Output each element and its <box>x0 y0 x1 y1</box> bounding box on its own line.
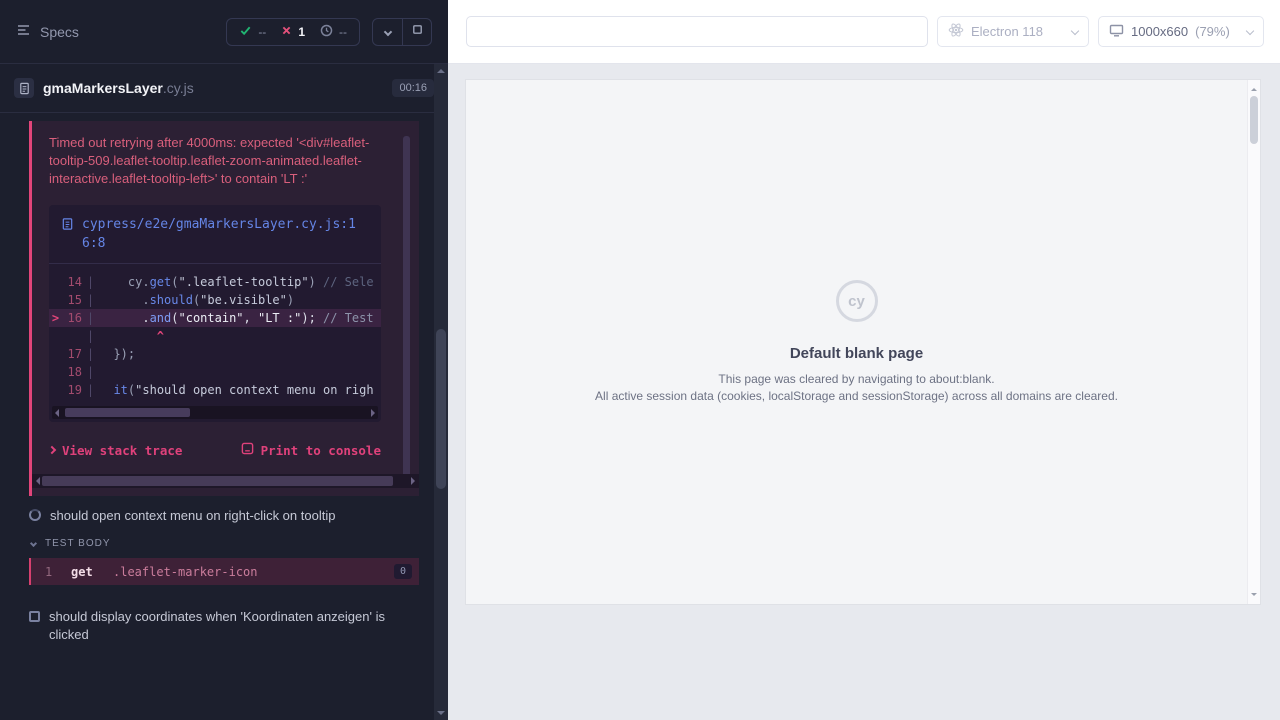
stat-passed: -- <box>239 24 266 40</box>
file-icon <box>61 215 74 253</box>
blank-page-message: cy Default blank page This page was clea… <box>466 280 1247 405</box>
print-label: Print to console <box>261 443 381 458</box>
viewport-size: 1000x660 <box>1131 24 1188 39</box>
x-icon <box>281 25 292 39</box>
stop-icon <box>411 23 424 41</box>
code-line: 15| .should("be.visible") <box>49 291 381 309</box>
spec-file-icon <box>14 78 34 98</box>
blank-page-title: Default blank page <box>466 345 1247 362</box>
error-vertical-scrollbar-thumb[interactable] <box>403 136 410 488</box>
specs-list-icon <box>16 23 31 40</box>
aut-iframe: cy Default blank page This page was clea… <box>466 80 1260 604</box>
console-icon <box>241 442 254 458</box>
command-row-failed[interactable]: 1 get .leaflet-marker-icon 0 <box>29 558 419 585</box>
view-stack-trace-button[interactable]: View stack trace <box>49 443 182 458</box>
command-count-badge: 0 <box>394 564 412 579</box>
blank-page-line1: This page was cleared by navigating to a… <box>466 371 1247 388</box>
aut-vertical-scrollbar <box>1247 80 1260 604</box>
scrollbar-thumb[interactable] <box>1250 96 1258 144</box>
chevron-down-icon <box>1246 26 1254 34</box>
passed-count: -- <box>258 25 266 39</box>
code-line: 19| it("should open context menu on righ <box>49 381 381 399</box>
test-item-running[interactable]: should open context menu on right-click … <box>29 496 419 530</box>
code-line: 17| }); <box>49 345 381 363</box>
pending-count: -- <box>339 25 347 39</box>
url-toolbar: Electron 118 1000x660 (79%) <box>448 0 1280 64</box>
test-title: should display coordinates when 'Koordin… <box>49 608 401 644</box>
scroll-up-arrow[interactable] <box>437 69 445 73</box>
spec-file-row[interactable]: gmaMarkersLayer.cy.js 00:16 <box>0 64 448 113</box>
chevron-right-icon <box>48 446 56 454</box>
specs-label: Specs <box>40 24 79 40</box>
spec-extension: .cy.js <box>163 80 194 96</box>
spec-duration: 00:16 <box>392 79 434 97</box>
reporter-content: Timed out retrying after 4000ms: expecte… <box>0 114 434 720</box>
run-controls <box>372 18 432 46</box>
scroll-right-arrow[interactable] <box>371 409 375 417</box>
command-method: get <box>71 565 113 579</box>
test-item-queued[interactable]: should display coordinates when 'Koordin… <box>29 597 419 649</box>
cypress-logo: cy <box>836 280 878 322</box>
scrollbar-thumb[interactable] <box>42 476 393 486</box>
check-icon <box>239 24 252 40</box>
error-horizontal-scrollbar <box>32 474 419 488</box>
test-body-label: TEST BODY <box>45 538 111 549</box>
code-horizontal-scrollbar <box>52 406 378 419</box>
scroll-down-arrow[interactable] <box>437 711 445 715</box>
blank-page-line2: All active session data (cookies, localS… <box>466 388 1247 405</box>
code-line: | ^ <box>49 327 381 345</box>
spec-name: gmaMarkersLayer <box>43 80 163 96</box>
file-link-text: cypress/e2e/gmaMarkersLayer.cy.js:16:8 <box>82 215 369 253</box>
scroll-up-arrow[interactable] <box>1251 85 1257 91</box>
code-lines: 14| cy.get(".leaflet-tooltip") // Sele15… <box>49 264 381 401</box>
scroll-right-arrow[interactable] <box>411 477 415 485</box>
viewport-selector[interactable]: 1000x660 (79%) <box>1098 16 1264 47</box>
code-line: 18| <box>49 363 381 381</box>
test-stats: -- 1 -- <box>226 18 360 46</box>
scroll-down-arrow[interactable] <box>1251 593 1257 599</box>
print-to-console-button[interactable]: Print to console <box>241 442 381 458</box>
chevron-down-icon <box>1071 26 1079 34</box>
collapse-all-button[interactable] <box>373 19 402 45</box>
stack-trace-label: View stack trace <box>62 443 182 458</box>
browser-label: Electron 118 <box>971 24 1043 39</box>
stat-failed: 1 <box>281 25 305 39</box>
failed-count: 1 <box>298 25 305 39</box>
chevron-down-icon <box>383 27 391 35</box>
test-running-icon <box>29 509 41 521</box>
code-line: >16| .and("contain", "LT :"); // Test <box>49 309 381 327</box>
test-body-toggle[interactable]: TEST BODY <box>29 530 419 556</box>
clock-icon <box>320 24 333 40</box>
test-queued-icon <box>29 611 40 622</box>
viewport-icon <box>1109 23 1124 41</box>
code-line: 14| cy.get(".leaflet-tooltip") // Sele <box>49 273 381 291</box>
error-message: Timed out retrying after 4000ms: expecte… <box>49 134 399 188</box>
viewport-scale: (79%) <box>1195 24 1230 39</box>
reporter-vertical-scrollbar <box>434 64 448 720</box>
error-panel: Timed out retrying after 4000ms: expecte… <box>29 121 419 496</box>
reporter-header: Specs -- 1 -- <box>0 0 448 64</box>
reporter-sidebar: Specs -- 1 -- gmaMarkers <box>0 0 448 720</box>
browser-selector[interactable]: Electron 118 <box>937 16 1089 47</box>
electron-icon <box>948 22 964 41</box>
code-frame: cypress/e2e/gmaMarkersLayer.cy.js:16:8 1… <box>49 205 381 422</box>
stat-pending: -- <box>320 24 347 40</box>
command-message: .leaflet-marker-icon <box>113 565 258 579</box>
scroll-left-arrow[interactable] <box>36 477 40 485</box>
chevron-down-icon <box>30 540 37 547</box>
stop-run-button[interactable] <box>402 19 431 45</box>
specs-button[interactable]: Specs <box>16 23 79 40</box>
error-actions: View stack trace Print to console <box>49 442 381 458</box>
aut-stage: cy Default blank page This page was clea… <box>448 64 1280 720</box>
code-frame-file-link[interactable]: cypress/e2e/gmaMarkersLayer.cy.js:16:8 <box>49 205 381 264</box>
scrollbar-thumb[interactable] <box>436 329 446 489</box>
scroll-left-arrow[interactable] <box>55 409 59 417</box>
test-title: should open context menu on right-click … <box>50 507 335 525</box>
url-input[interactable] <box>466 16 928 47</box>
command-number: 1 <box>45 565 71 579</box>
scrollbar-thumb[interactable] <box>65 408 190 417</box>
